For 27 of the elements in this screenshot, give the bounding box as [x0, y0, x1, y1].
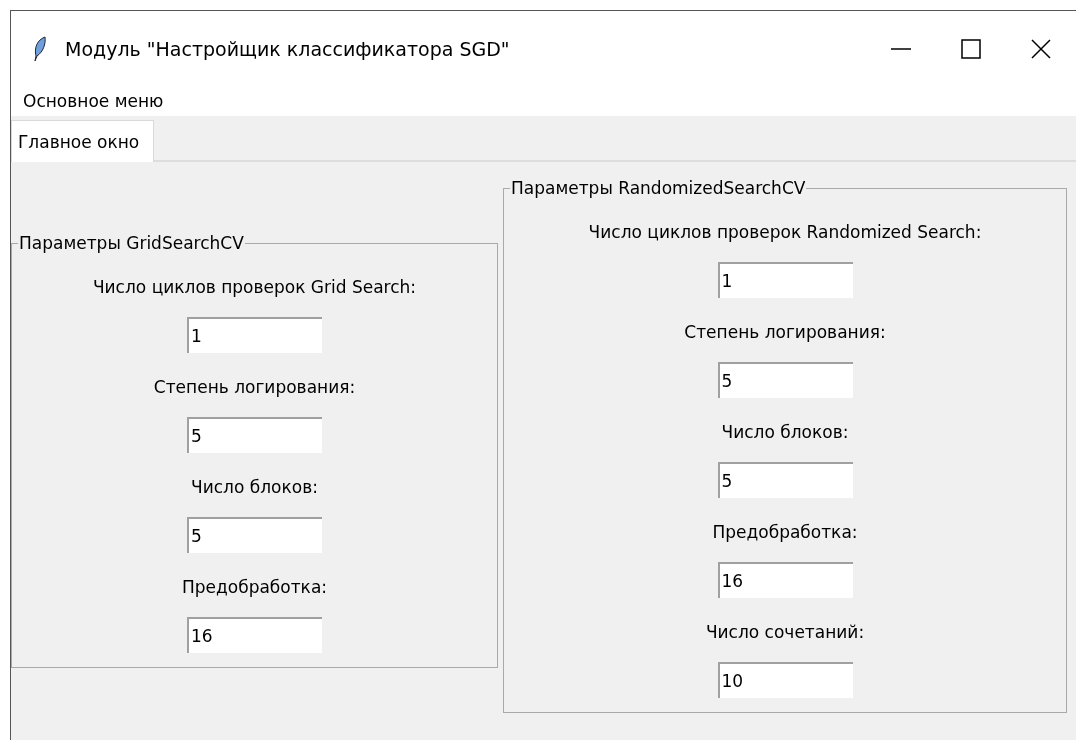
field-label: Число блоков:: [721, 421, 849, 444]
maximize-icon: [961, 38, 981, 59]
input-field[interactable]: 5: [717, 462, 853, 498]
input-field[interactable]: 5: [187, 417, 322, 453]
input-field[interactable]: 5: [187, 517, 322, 553]
close-icon: [1031, 38, 1051, 59]
feather-icon: [33, 35, 47, 62]
field-label: Число блоков:: [191, 476, 318, 499]
field-label: Число циклов проверок Grid Search:: [92, 276, 417, 299]
window-title: Модуль "Настройщик классификатора SGD": [65, 37, 511, 60]
field-label: Число сочетаний:: [705, 621, 865, 644]
field-label: Предобработка:: [181, 576, 328, 599]
tab[interactable]: Главное окно: [11, 120, 155, 162]
input-field[interactable]: 16: [717, 562, 853, 598]
group-title: Параметры RandomizedSearchCV: [510, 178, 807, 198]
input-field[interactable]: 5: [717, 362, 853, 398]
field-label: Степень логирования:: [684, 321, 886, 344]
group-title: Параметры GridSearchCV: [18, 233, 245, 253]
input-field[interactable]: 10: [717, 662, 853, 698]
input-field[interactable]: 1: [717, 262, 853, 298]
field-label: Число циклов проверок Randomized Search:: [588, 221, 982, 244]
field-label: Предобработка:: [712, 521, 858, 544]
input-field[interactable]: 16: [187, 617, 322, 653]
minimize-icon: [890, 47, 912, 50]
field-label: Степень логирования:: [153, 376, 356, 399]
menu-item[interactable]: Основное меню: [19, 89, 168, 113]
input-field[interactable]: 1: [187, 317, 322, 353]
